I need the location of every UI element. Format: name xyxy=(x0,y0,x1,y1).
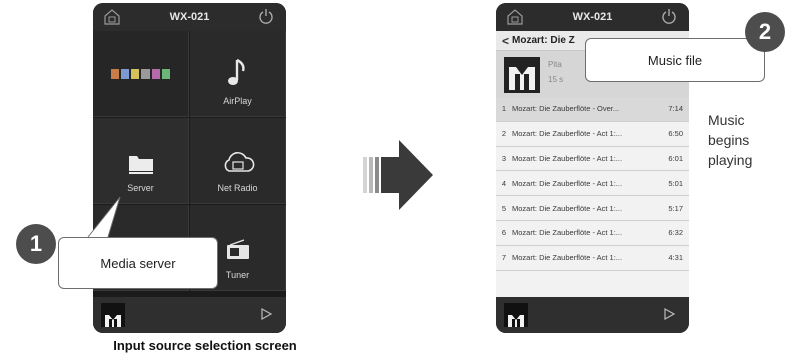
track-duration: 6:32 xyxy=(668,228,683,238)
track-title: Mozart: Die Zauberflöte - Over... xyxy=(512,104,620,114)
result-note-line: begins xyxy=(708,132,750,148)
album-info: 15 s xyxy=(548,75,564,84)
album-art xyxy=(504,57,540,93)
track-title: Mozart: Die Zauberflöte - Act 1:... xyxy=(512,178,623,188)
track-title: Mozart: Die Zauberflöte - Act 1:... xyxy=(512,153,623,163)
screen-caption: Input source selection screen xyxy=(113,338,297,353)
track-duration: 5:01 xyxy=(668,178,683,188)
callout-text: Music file xyxy=(647,52,703,68)
track-list: 1 Mozart: Die Zauberflöte - Over... 7:14… xyxy=(496,97,689,297)
callout-music-file: Music file xyxy=(585,38,765,82)
back-chevron-icon[interactable]: < xyxy=(502,34,509,48)
album-title: Mozart: Die Z xyxy=(512,35,575,46)
callout-text: Media server xyxy=(100,255,176,271)
callout-number-text: 2 xyxy=(758,19,772,44)
track-number: 7 xyxy=(501,253,507,263)
callout-number-1: 1 xyxy=(16,224,56,264)
track-number: 5 xyxy=(501,203,507,213)
track-duration: 4:31 xyxy=(668,253,683,263)
callout-media-server: Media server xyxy=(58,237,218,289)
track-row[interactable]: 3 Mozart: Die Zauberflöte - Act 1:... 6:… xyxy=(496,147,689,172)
track-number: 1 xyxy=(501,104,507,114)
status-bar: WX-021 xyxy=(496,3,689,31)
m-logo-icon xyxy=(508,315,524,327)
track-row[interactable]: 2 Mozart: Die Zauberflöte - Act 1:... 6:… xyxy=(496,122,689,147)
track-number: 2 xyxy=(501,129,507,139)
result-note-line: playing xyxy=(708,152,753,168)
m-logo-icon xyxy=(509,67,535,90)
result-note-line: Music xyxy=(708,112,745,128)
play-icon[interactable] xyxy=(663,308,675,320)
now-playing-logo[interactable] xyxy=(504,303,528,327)
callout-number-2: 2 xyxy=(745,12,785,52)
track-row[interactable]: 7 Mozart: Die Zauberflöte - Act 1:... 4:… xyxy=(496,246,689,271)
next-step-arrow-icon xyxy=(363,140,433,210)
track-row[interactable]: 5 Mozart: Die Zauberflöte - Act 1:... 5:… xyxy=(496,196,689,221)
home-icon[interactable] xyxy=(506,7,524,27)
player-bar xyxy=(496,297,689,333)
result-note: Music begins playing xyxy=(708,110,788,170)
track-number: 3 xyxy=(501,153,507,163)
track-row[interactable]: 1 Mozart: Die Zauberflöte - Over... 7:14 xyxy=(496,97,689,122)
track-duration: 6:50 xyxy=(668,129,683,139)
track-title: Mozart: Die Zauberflöte - Act 1:... xyxy=(512,129,623,139)
track-number: 4 xyxy=(501,178,507,188)
device-title: WX-021 xyxy=(572,11,613,23)
track-row[interactable]: 6 Mozart: Die Zauberflöte - Act 1:... 6:… xyxy=(496,221,689,246)
track-number: 6 xyxy=(501,228,507,238)
callout-number-text: 1 xyxy=(29,231,43,256)
track-duration: 6:01 xyxy=(668,153,683,163)
track-duration: 5:17 xyxy=(668,203,683,213)
track-title: Mozart: Die Zauberflöte - Act 1:... xyxy=(512,203,623,213)
track-duration: 7:14 xyxy=(668,104,683,114)
track-row[interactable]: 4 Mozart: Die Zauberflöte - Act 1:... 5:… xyxy=(496,171,689,197)
power-icon[interactable] xyxy=(661,8,677,24)
track-title: Mozart: Die Zauberflöte - Act 1:... xyxy=(512,253,623,263)
album-artist: Pita xyxy=(548,60,562,69)
track-title: Mozart: Die Zauberflöte - Act 1:... xyxy=(512,228,623,238)
